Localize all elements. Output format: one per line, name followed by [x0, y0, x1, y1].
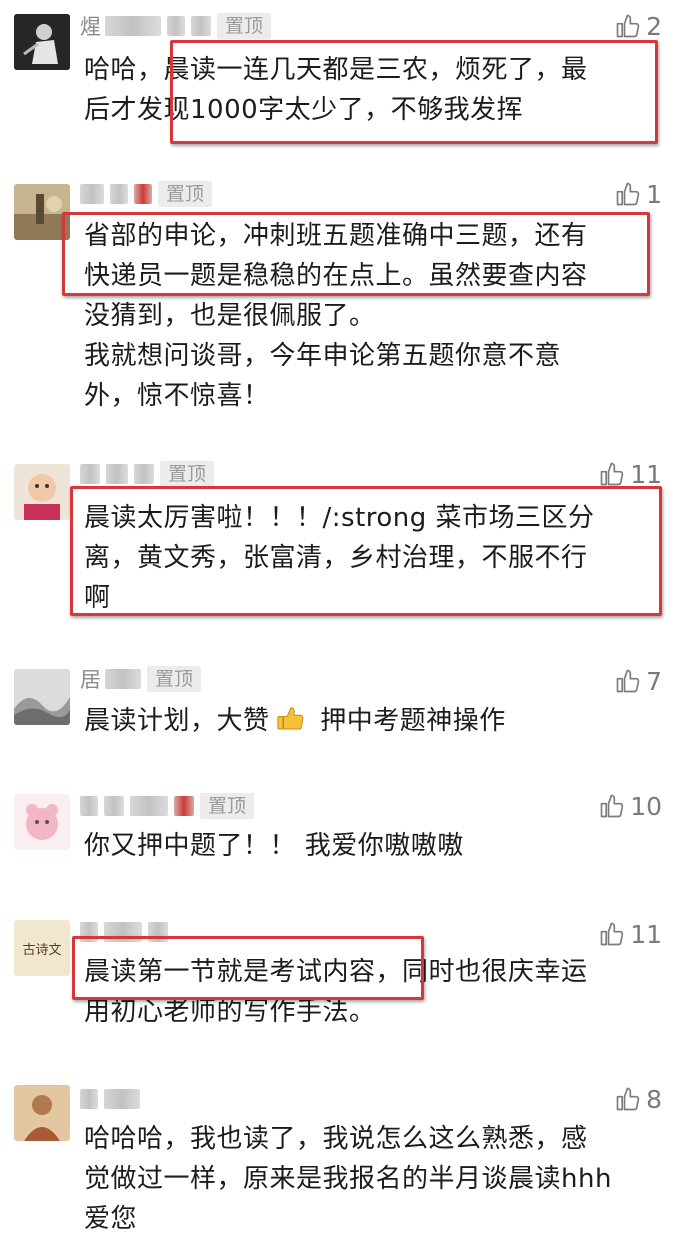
avatar[interactable] [14, 464, 70, 520]
avatar-label: 古诗文 [22, 942, 62, 958]
comment-line-part: 押中考题神操作 [311, 706, 506, 736]
comment-text: 晨读第一节就是考试内容，同时也很庆幸运 用初心老师的写作手法。 [84, 952, 664, 1032]
comment-line: 哈哈，晨读一连几天都是三农，烦死了，最 [84, 55, 588, 85]
author-name[interactable]: 居 [80, 664, 101, 694]
comment-line: 没猜到，也是很佩服了。 [84, 301, 376, 331]
comment-author-row: 置顶 [80, 180, 213, 208]
avatar[interactable] [14, 1085, 70, 1141]
blurred-name [167, 16, 185, 36]
comment-line: 晨读计划，大赞 押中考题神操作 [84, 701, 664, 741]
comment-line: 晨读第一节就是考试内容，同时也很庆幸运 [84, 957, 588, 987]
thumbs-up-icon [616, 669, 640, 693]
comment-author-row [80, 1085, 146, 1113]
blurred-name [80, 796, 98, 816]
comment-text: 哈哈，晨读一连几天都是三农，烦死了，最 后才发现1000字太少了，不够我发挥 [84, 50, 664, 130]
like-button[interactable]: 7 [614, 665, 662, 697]
comment-text: 哈哈哈，我也读了，我说怎么这么熟悉，感 觉做过一样，原来是我报名的半月谈晨读hh… [84, 1119, 664, 1239]
avatar[interactable] [14, 669, 70, 725]
thumbs-up-icon [600, 794, 624, 818]
blurred-name [110, 184, 128, 204]
like-count: 1 [646, 179, 662, 209]
like-count: 2 [646, 11, 662, 41]
avatar[interactable] [14, 184, 70, 240]
comment-line: 觉做过一样，原来是我报名的半月谈晨读hhh [84, 1164, 612, 1194]
thumbs-up-icon [616, 182, 640, 206]
blurred-name [130, 796, 168, 816]
blurred-name [134, 184, 152, 204]
comment-text: 你又押中题了！！ 我爱你嗷嗷嗷 [84, 826, 664, 866]
like-button[interactable]: 11 [598, 918, 662, 950]
comment-author-row: 居 置顶 [80, 664, 202, 694]
comment-line: 爱您 [84, 1204, 138, 1234]
blurred-name [104, 922, 142, 942]
thumbs-up-icon [616, 14, 640, 38]
blurred-name [105, 16, 161, 36]
like-button[interactable]: 1 [614, 178, 662, 210]
like-button[interactable]: 8 [614, 1083, 662, 1115]
like-count: 10 [630, 791, 662, 821]
blurred-name [80, 922, 98, 942]
comment-line: 用初心老师的写作手法。 [84, 997, 376, 1027]
blurred-name [80, 184, 104, 204]
comment-line: 我就想问谈哥，今年申论第五题你意不意 [84, 341, 562, 371]
blurred-name [104, 796, 124, 816]
comment-line: 快递员一题是稳稳的在点上。虽然要查内容 [84, 261, 588, 291]
blurred-name [80, 1089, 98, 1109]
comment-line: 后才发现1000字太少了，不够我发挥 [84, 95, 524, 125]
pinned-badge: 置顶 [160, 461, 215, 487]
blurred-name [105, 669, 141, 689]
comment-line: 离，黄文秀，张富清，乡村治理，不服不行 [84, 543, 588, 573]
comment-author-row: 煋 置顶 [80, 11, 272, 41]
blurred-name [174, 796, 194, 816]
blurred-name [134, 464, 154, 484]
pinned-badge: 置顶 [217, 13, 272, 39]
like-button[interactable]: 2 [614, 10, 662, 42]
like-button[interactable]: 10 [598, 790, 662, 822]
comment-text: 省部的申论，冲刺班五题准确中三题，还有 快递员一题是稳稳的在点上。虽然要查内容 … [84, 216, 664, 416]
comment-author-row: 置顶 [80, 460, 215, 488]
comment-line: 省部的申论，冲刺班五题准确中三题，还有 [84, 221, 588, 251]
comment-line: 晨读太厉害啦！！！/:strong 菜市场三区分 [84, 503, 595, 533]
pinned-badge: 置顶 [200, 793, 255, 819]
thumbs-up-icon [600, 462, 624, 486]
avatar[interactable] [14, 14, 70, 70]
like-button[interactable]: 11 [598, 458, 662, 490]
blurred-name [191, 16, 211, 36]
avatar[interactable] [14, 794, 70, 850]
avatar[interactable]: 古诗文 [14, 920, 70, 976]
like-count: 7 [646, 666, 662, 696]
thumbs-up-emoji-icon [276, 707, 303, 730]
blurred-name [148, 922, 168, 942]
like-count: 11 [630, 919, 662, 949]
comment-line-part: 晨读计划，大赞 [84, 706, 270, 736]
like-count: 8 [646, 1084, 662, 1114]
comment-line: 啊 [84, 583, 111, 613]
comment-text: 晨读计划，大赞 押中考题神操作 [84, 701, 664, 741]
thumbs-up-icon [616, 1087, 640, 1111]
comment-line: 外，惊不惊喜！ [84, 381, 270, 411]
comment-author-row: 置顶 [80, 792, 255, 820]
blurred-name [106, 464, 128, 484]
thumbs-up-icon [600, 922, 624, 946]
comment-author-row [80, 918, 174, 946]
blurred-name [104, 1089, 140, 1109]
comment-line: 你又押中题了！！ 我爱你嗷嗷嗷 [84, 831, 464, 861]
pinned-badge: 置顶 [158, 181, 213, 207]
author-name[interactable]: 煋 [80, 11, 101, 41]
comment-line: 哈哈哈，我也读了，我说怎么这么熟悉，感 [84, 1124, 588, 1154]
blurred-name [80, 464, 100, 484]
comment-text: 晨读太厉害啦！！！/:strong 菜市场三区分 离，黄文秀，张富清，乡村治理，… [84, 498, 664, 618]
like-count: 11 [630, 459, 662, 489]
pinned-badge: 置顶 [147, 666, 202, 692]
